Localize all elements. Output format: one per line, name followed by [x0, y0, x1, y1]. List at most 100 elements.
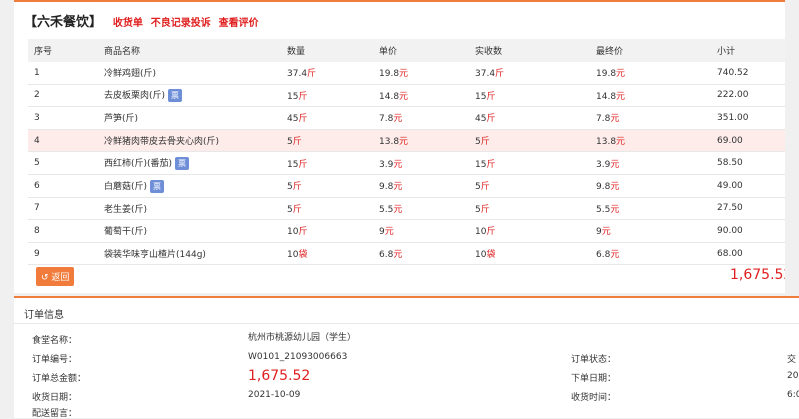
- final-price-cell: 13.8元: [590, 129, 711, 153]
- received-cell: 15斤: [469, 84, 590, 108]
- qty-cell: 15斤: [281, 151, 373, 175]
- qty-value: 15: [287, 91, 299, 102]
- name-cell: 白蘑菇(斤) 票: [98, 174, 281, 198]
- order-info-panel: 订单信息 食堂名称： 杭州市桃源幼儿园（学生） 订单编号： W0101_2109…: [14, 296, 799, 419]
- received-unit: 斤: [480, 182, 490, 193]
- received-unit: 斤: [486, 227, 496, 238]
- receipt-link[interactable]: 收货单: [113, 18, 143, 29]
- back-button[interactable]: ↺ 返回: [36, 267, 75, 286]
- price-cell: 5.5元: [373, 197, 469, 221]
- receive-date-value: 2021-10-09: [248, 390, 301, 400]
- name-cell: 葡萄干(斤): [98, 219, 281, 243]
- received-cell: 10袋: [469, 242, 590, 266]
- col-header-index: 序号: [28, 39, 98, 62]
- price-value: 13.8: [379, 137, 400, 148]
- price-cell: 7.8元: [373, 106, 469, 130]
- final-price-cell: 9元: [590, 219, 711, 243]
- qty-cell: 10斤: [281, 219, 373, 243]
- price-value: 14.8: [379, 91, 400, 102]
- received-unit: 斤: [486, 91, 496, 102]
- table-row: 9 袋装华味亨山楂片(144g) 10袋 6.8元 10袋 6.8元 68.00: [28, 242, 799, 266]
- qty-unit: 斤: [292, 204, 302, 215]
- final-price-value: 6.8: [596, 250, 611, 261]
- qty-value: 15: [287, 159, 299, 170]
- final-price-value: 19.8: [596, 69, 617, 80]
- receive-time-label: 收货时间：: [571, 393, 617, 403]
- amount-label: 订单总金额：: [32, 374, 87, 384]
- price-cell: 9.8元: [373, 174, 469, 198]
- price-value: 6.8: [379, 250, 394, 261]
- scrollbar-track[interactable]: [785, 0, 799, 295]
- received-cell: 5斤: [469, 174, 590, 198]
- price-value: 5.5: [379, 204, 394, 215]
- table-row: 8 葡萄干(斤) 10斤 9元 10斤 9元 90.00: [28, 219, 799, 243]
- received-unit: 斤: [480, 204, 490, 215]
- status-label: 订单状态：: [571, 355, 617, 365]
- qty-unit: 斤: [298, 227, 308, 238]
- item-name: 去皮板栗肉(斤): [104, 91, 166, 102]
- qty-unit: 斤: [292, 137, 302, 148]
- table-row: 1 冷鲜鸡翅(斤) 37.4斤 19.8元 37.4斤 19.8元 740.52: [28, 62, 799, 85]
- received-unit: 斤: [486, 159, 496, 170]
- row-index: 9: [34, 248, 40, 259]
- final-price-value: 3.9: [596, 159, 611, 170]
- final-price-value: 14.8: [596, 91, 617, 102]
- name-cell: 老生姜(斤): [98, 197, 281, 221]
- final-price-value: 7.8: [596, 114, 611, 125]
- qty-unit: 斤: [292, 182, 302, 193]
- qty-cell: 45斤: [281, 106, 373, 130]
- status-value: 交: [787, 355, 797, 365]
- name-cell: 西红柿(斤)(番茄) 票: [98, 151, 281, 175]
- order-no-value: W0101_21093006663: [248, 352, 348, 362]
- received-cell: 37.4斤: [469, 62, 590, 85]
- invoice-tag: 票: [150, 179, 165, 193]
- price-value: 7.8: [379, 114, 394, 125]
- final-price-unit: 元: [601, 227, 611, 238]
- final-price-unit: 元: [610, 159, 620, 170]
- order-date-value: 202: [787, 371, 799, 381]
- price-cell: 6.8元: [373, 242, 469, 266]
- received-value: 15: [475, 159, 487, 170]
- order-no-label: 订单编号：: [32, 355, 78, 365]
- final-price-value: 5.5: [596, 204, 611, 215]
- row-index: 7: [34, 203, 40, 214]
- final-price-unit: 元: [610, 182, 620, 193]
- canteen-label: 食堂名称：: [32, 336, 78, 346]
- item-name: 袋装华味亨山楂片(144g): [104, 250, 206, 261]
- row-index: 5: [34, 158, 40, 169]
- qty-value: 45: [287, 114, 299, 125]
- divider: [14, 323, 799, 324]
- final-price-unit: 元: [616, 137, 626, 148]
- qty-cell: 5斤: [281, 174, 373, 198]
- price-unit: 元: [393, 204, 403, 215]
- row-subtotal: 351.00: [717, 112, 749, 123]
- table-row: 4 冷鲜猪肉带皮去骨夹心肉(斤) 5斤 13.8元 5斤 13.8元 69.00: [28, 129, 799, 153]
- price-unit: 元: [399, 137, 409, 148]
- qty-unit: 袋: [298, 250, 308, 261]
- index-cell: 7: [28, 197, 98, 221]
- final-price-unit: 元: [610, 250, 620, 261]
- complaint-link[interactable]: 不良记录投诉: [151, 18, 211, 29]
- receive-time-value: 6:0: [787, 390, 799, 400]
- name-cell: 芦笋(斤): [98, 106, 281, 130]
- row-subtotal: 69.00: [717, 135, 743, 146]
- index-cell: 3: [28, 106, 98, 130]
- qty-value: 10: [287, 227, 299, 238]
- name-cell: 去皮板栗肉(斤) 票: [98, 84, 281, 108]
- final-price-cell: 6.8元: [590, 242, 711, 266]
- index-cell: 4: [28, 129, 98, 153]
- item-name: 西红柿(斤)(番茄): [104, 159, 173, 170]
- row-index: 6: [34, 180, 40, 191]
- final-price-cell: 9.8元: [590, 174, 711, 198]
- table-row: 3 芦笋(斤) 45斤 7.8元 45斤 7.8元 351.00: [28, 106, 799, 130]
- price-unit: 元: [384, 227, 394, 238]
- row-subtotal: 58.50: [717, 158, 743, 169]
- row-index: 2: [34, 90, 40, 101]
- back-button-label: 返回: [51, 273, 70, 283]
- review-link[interactable]: 查看评价: [219, 18, 259, 29]
- row-subtotal: 222.00: [717, 90, 749, 101]
- amount-value: 1,675.52: [248, 368, 311, 384]
- price-unit: 元: [393, 182, 403, 193]
- row-subtotal: 49.00: [717, 180, 743, 191]
- price-unit: 元: [393, 159, 403, 170]
